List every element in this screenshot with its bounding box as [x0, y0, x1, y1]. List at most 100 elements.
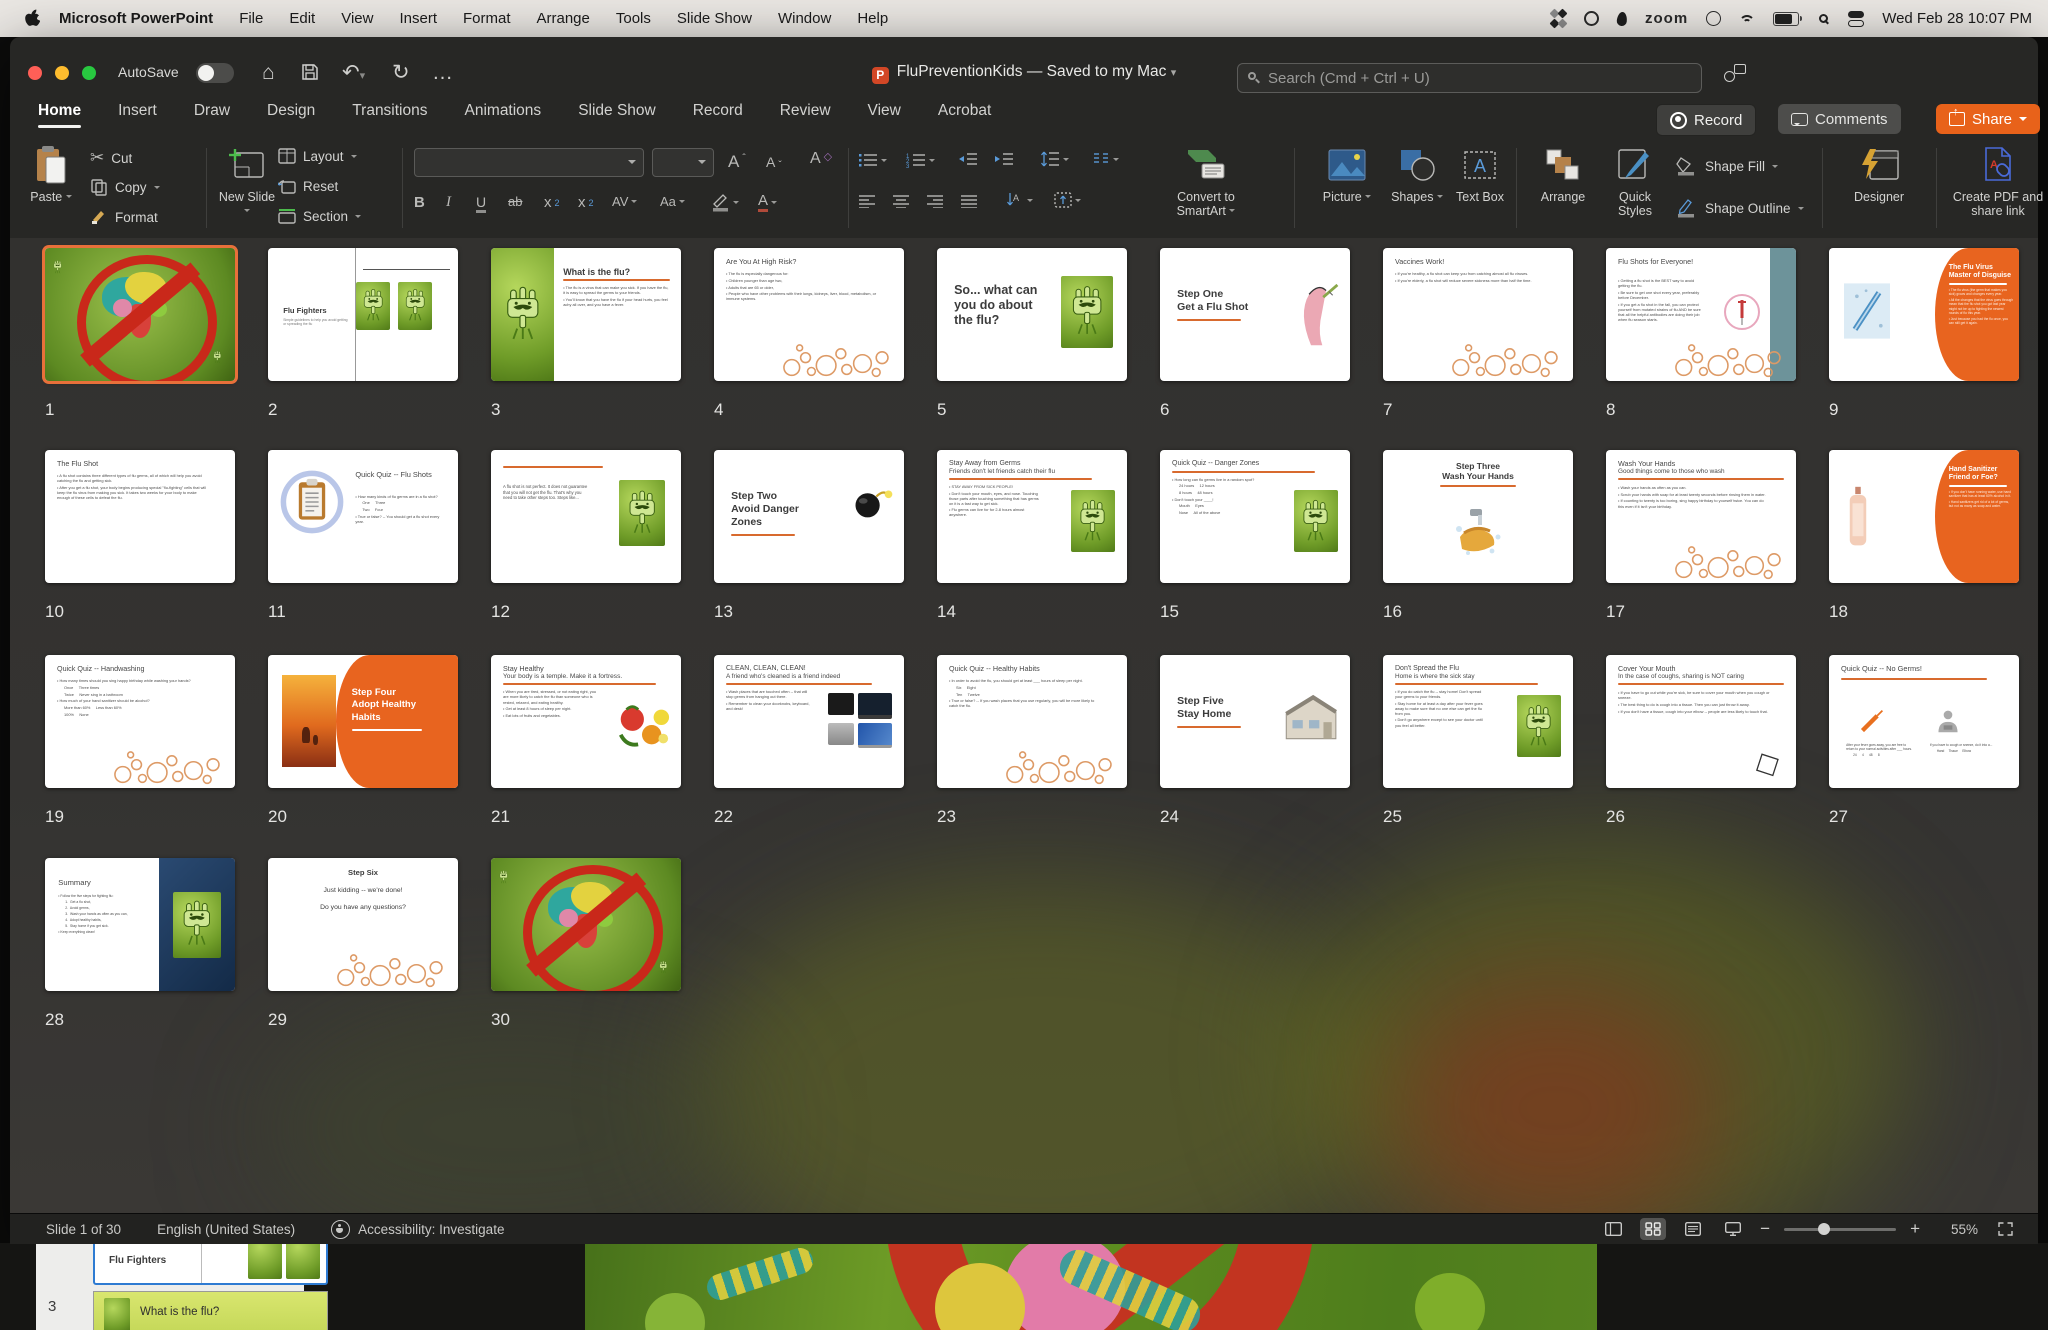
paste-button[interactable]: Paste [24, 144, 78, 204]
creative-cloud-icon[interactable] [1584, 9, 1600, 29]
sync-icon[interactable] [1549, 8, 1568, 29]
slide-thumbnail-9[interactable]: The Flu Virus Master of Disguise • The f… [1829, 248, 2019, 381]
menu-item-file[interactable]: File [226, 10, 276, 27]
slide-thumbnail-17[interactable]: Wash Your Hands Good things come to those… [1606, 450, 1796, 583]
shape-fill-button[interactable]: Shape Fill [1676, 156, 1779, 176]
slide-thumbnail-30[interactable] [491, 858, 681, 991]
layout-button[interactable]: Layout [278, 148, 357, 164]
slide-thumbnail-14[interactable]: Stay Away from Germs Friends don't let fr… [937, 450, 1127, 583]
change-case-button[interactable]: Aa [660, 194, 685, 209]
designer-button[interactable]: Designer [1844, 144, 1914, 204]
wifi-icon[interactable] [1739, 13, 1756, 25]
slide-thumbnail-29[interactable]: Step Six Just kidding -- we're done! Do … [268, 858, 458, 991]
menu-item-arrange[interactable]: Arrange [524, 10, 603, 27]
control-center-icon[interactable] [1848, 9, 1865, 29]
text-highlight-button[interactable] [710, 192, 739, 212]
format-painter-button[interactable]: Format [90, 208, 158, 226]
slide-thumbnail-16[interactable]: Step Three Wash Your Hands [1383, 450, 1573, 583]
comments-button[interactable]: Comments [1778, 104, 1901, 134]
superscript-button[interactable]: x2 [544, 194, 560, 211]
subscript-button[interactable]: x2 [578, 194, 594, 211]
cut-button[interactable]: ✂ Cut [90, 148, 132, 168]
underline-button[interactable]: U [476, 194, 487, 213]
airplay-icon[interactable] [1706, 9, 1722, 29]
tab-acrobat[interactable]: Acrobat [938, 102, 991, 128]
slide-thumbnail-25[interactable]: Don't Spread the Flu Home is where the si… [1383, 655, 1573, 788]
increase-font-size-button[interactable]: Aˆ [728, 152, 746, 172]
slide-thumbnail-8[interactable]: Flu Shots for Everyone! • Getting a flu s… [1606, 248, 1796, 381]
tab-slide-show[interactable]: Slide Show [578, 102, 656, 128]
zoom-out-button[interactable]: − [1760, 1219, 1770, 1239]
presence-icon[interactable] [1722, 62, 1748, 88]
menu-item-help[interactable]: Help [844, 10, 901, 27]
slide-thumbnail-22[interactable]: CLEAN, CLEAN, CLEAN! A friend who's clean… [714, 655, 904, 788]
flame-icon[interactable] [1616, 9, 1628, 29]
tab-animations[interactable]: Animations [465, 102, 542, 128]
tab-insert[interactable]: Insert [118, 102, 157, 128]
slide-thumbnail-3[interactable]: What is the flu? • The flu is a virus tha… [491, 248, 681, 381]
normal-view-icon[interactable] [1600, 1218, 1626, 1240]
slide-thumbnail-20[interactable]: Step Four Adopt Healthy Habits [268, 655, 458, 788]
line-spacing-button[interactable] [1040, 151, 1069, 167]
picture-button[interactable]: Picture [1316, 144, 1378, 204]
text-direction-button[interactable]: A [1006, 192, 1033, 208]
align-right-button[interactable] [926, 194, 944, 208]
menu-item-insert[interactable]: Insert [386, 10, 450, 27]
battery-icon[interactable] [1773, 11, 1803, 26]
fit-to-window-icon[interactable] [1992, 1218, 2018, 1240]
zoom-in-button[interactable]: + [1910, 1219, 1920, 1239]
slide-thumbnail-15[interactable]: Quick Quiz -- Danger Zones • How long ca… [1160, 450, 1350, 583]
tab-record[interactable]: Record [693, 102, 743, 128]
align-text-button[interactable] [1054, 192, 1081, 208]
search-input[interactable]: Search (Cmd + Ctrl + U) [1237, 63, 1702, 93]
background-thumbnail-slide2[interactable]: Flu Fighters [93, 1243, 328, 1285]
language-status[interactable]: English (United States) [157, 1222, 295, 1237]
text-box-button[interactable]: A Text Box [1450, 144, 1510, 204]
quick-styles-button[interactable]: Quick Styles [1602, 144, 1668, 218]
slide-thumbnail-26[interactable]: Cover Your Mouth In the case of coughs, s… [1606, 655, 1796, 788]
tab-home[interactable]: Home [38, 102, 82, 128]
slide-thumbnail-1[interactable] [45, 248, 235, 381]
decrease-font-size-button[interactable]: Aˇ [766, 152, 782, 172]
background-thumbnail-slide3[interactable]: What is the flu? [93, 1291, 328, 1330]
font-color-button[interactable]: A [758, 192, 778, 212]
slide-thumbnail-27[interactable]: Quick Quiz -- No Germs! After your fever… [1829, 655, 2019, 788]
create-pdf-button[interactable]: A Create PDF and share link [1946, 144, 2048, 218]
font-name-select[interactable] [414, 148, 644, 177]
justify-button[interactable] [960, 194, 978, 208]
new-slide-button[interactable]: New Slide [216, 144, 278, 218]
slide-thumbnail-6[interactable]: Step One Get a Flu Shot [1160, 248, 1350, 381]
zoom-slider-knob[interactable] [1817, 1222, 1830, 1235]
tab-transitions[interactable]: Transitions [352, 102, 427, 128]
slide-sorter-view-icon[interactable] [1640, 1218, 1667, 1240]
tab-view[interactable]: View [868, 102, 901, 128]
italic-button[interactable]: I [446, 194, 451, 211]
bullets-button[interactable] [858, 152, 887, 168]
slide-thumbnail-10[interactable]: The Flu Shot • A flu shot contains three… [45, 450, 235, 583]
slide-thumbnail-23[interactable]: Quick Quiz -- Healthy Habits • In order … [937, 655, 1127, 788]
columns-button[interactable] [1092, 152, 1119, 166]
slideshow-view-icon[interactable] [1720, 1218, 1746, 1240]
tab-design[interactable]: Design [267, 102, 315, 128]
menu-item-view[interactable]: View [328, 10, 386, 27]
strikethrough-button[interactable]: ab [508, 194, 522, 209]
copy-button[interactable]: Copy [90, 178, 160, 196]
section-button[interactable]: Section [278, 208, 362, 224]
numbering-button[interactable]: 123 [906, 152, 935, 168]
convert-to-smartart-button[interactable]: Convert to SmartArt [1156, 144, 1256, 218]
slide-thumbnail-28[interactable]: Summary • Follow the five steps for figh… [45, 858, 235, 991]
menu-item-format[interactable]: Format [450, 10, 524, 27]
align-center-button[interactable] [892, 194, 910, 208]
menu-item-tools[interactable]: Tools [603, 10, 664, 27]
slide-thumbnail-12[interactable]: A flu shot is not perfect. It does not g… [491, 450, 681, 583]
shapes-button[interactable]: Shapes [1386, 144, 1448, 204]
bold-button[interactable]: B [414, 194, 425, 211]
accessibility-status[interactable]: Accessibility: Investigate [358, 1222, 504, 1237]
slide-thumbnail-7[interactable]: Vaccines Work! • If you're healthy, a fl… [1383, 248, 1573, 381]
slide-thumbnail-19[interactable]: Quick Quiz -- Handwashing • How many tim… [45, 655, 235, 788]
menu-item-slide-show[interactable]: Slide Show [664, 10, 765, 27]
slide-thumbnail-4[interactable]: Are You At High Risk? • The flu is espec… [714, 248, 904, 381]
slide-thumbnail-21[interactable]: Stay Healthy Your body is a temple. Make … [491, 655, 681, 788]
zoom-percentage[interactable]: 55% [1934, 1222, 1978, 1237]
tab-draw[interactable]: Draw [194, 102, 230, 128]
